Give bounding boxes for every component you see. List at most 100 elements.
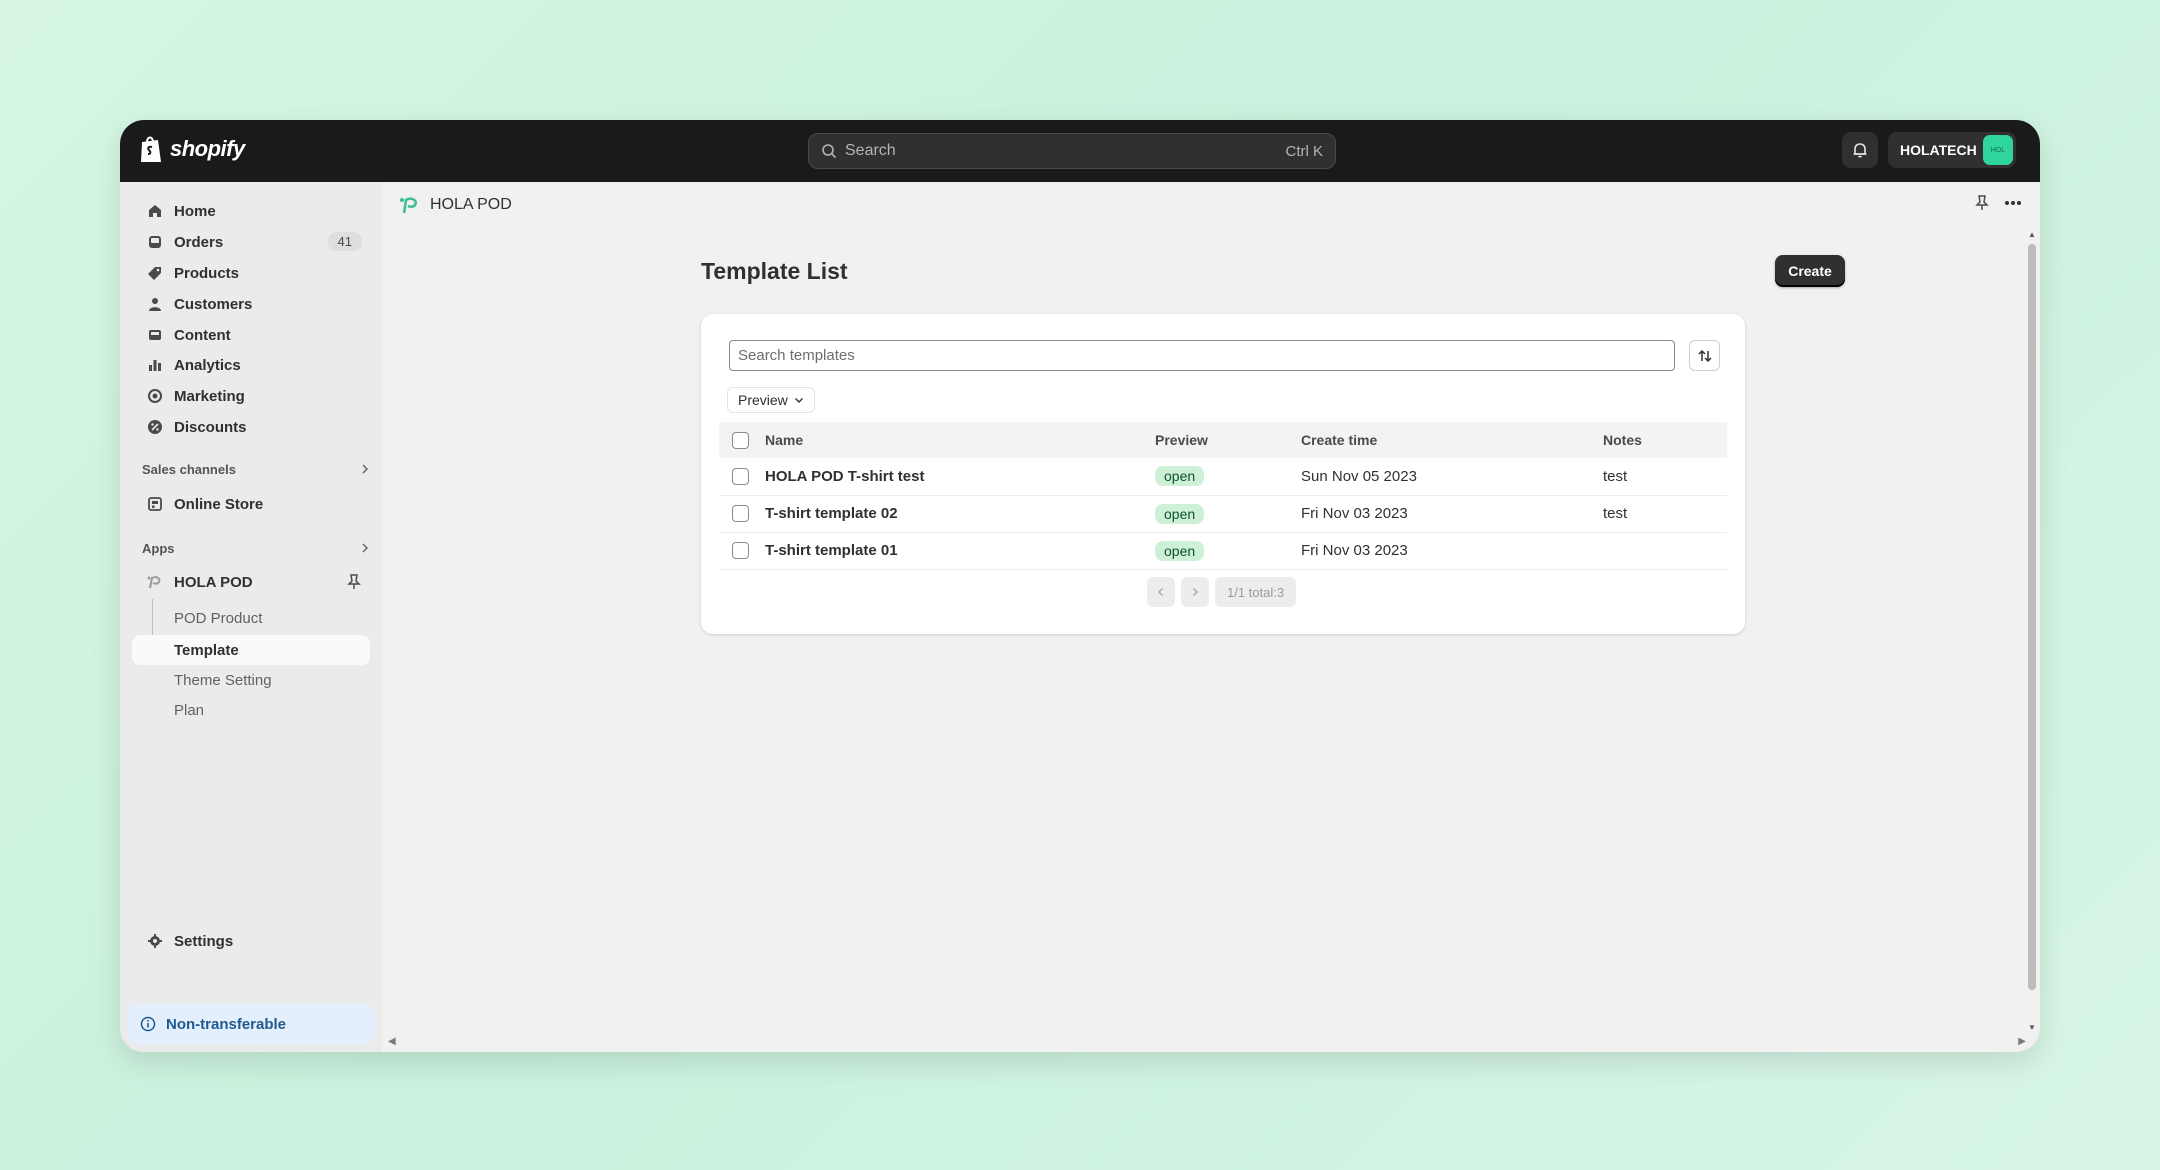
scroll-up-arrow-icon[interactable]: ▲: [2028, 230, 2036, 239]
sidebar-item-marketing[interactable]: Marketing: [132, 381, 370, 411]
sidebar-item-home[interactable]: Home: [132, 196, 370, 226]
apps-heading[interactable]: Apps: [142, 541, 370, 556]
orders-icon: [144, 231, 166, 253]
gear-icon: [144, 930, 166, 952]
table-row[interactable]: T-shirt template 02 open Fri Nov 03 2023…: [719, 495, 1727, 532]
template-list-card: Preview Name Preview Create time Notes: [701, 314, 1745, 634]
section-label: Apps: [142, 541, 175, 556]
table-header-row: Name Preview Create time Notes: [719, 422, 1727, 458]
sidebar-item-hola-pod[interactable]: HOLA POD: [132, 567, 370, 597]
sidebar-item-analytics[interactable]: Analytics: [132, 350, 370, 380]
app-subnav: POD Product Template Theme Setting Plan: [120, 599, 382, 723]
template-name[interactable]: HOLA POD T-shirt test: [765, 458, 1155, 495]
preview-open-badge[interactable]: open: [1155, 540, 1205, 561]
column-header-name[interactable]: Name: [765, 422, 1155, 458]
subnav-item-pod-product[interactable]: POD Product: [132, 603, 370, 633]
shopify-bag-icon: [141, 136, 161, 162]
preview-filter-button[interactable]: Preview: [727, 387, 815, 413]
subnav-item-template[interactable]: Template: [132, 635, 370, 665]
sidebar-item-label: Home: [174, 202, 216, 220]
target-icon: [144, 385, 166, 407]
search-shortcut: Ctrl K: [1285, 142, 1324, 160]
column-header-preview[interactable]: Preview: [1155, 422, 1301, 458]
vertical-scrollbar[interactable]: ▲ ▼: [2026, 230, 2038, 1034]
sales-channels-heading[interactable]: Sales channels: [142, 462, 370, 477]
search-placeholder: Search: [845, 142, 896, 159]
orders-count-badge: 41: [327, 232, 362, 251]
create-time: Fri Nov 03 2023: [1301, 542, 1408, 559]
scroll-down-arrow-icon[interactable]: ▼: [2028, 1023, 2036, 1032]
table-row[interactable]: HOLA POD T-shirt test open Sun Nov 05 20…: [719, 458, 1727, 495]
scrollbar-thumb[interactable]: [2028, 244, 2036, 990]
discount-icon: [144, 416, 166, 438]
row-checkbox[interactable]: [732, 505, 749, 523]
chevron-right-icon: [360, 462, 370, 477]
template-name[interactable]: T-shirt template 01: [765, 532, 1155, 569]
sort-button[interactable]: [1689, 340, 1720, 371]
subnav-label: Plan: [174, 701, 205, 719]
chevron-down-icon: [794, 395, 804, 405]
non-transferable-label: Non-transferable: [166, 1015, 287, 1033]
column-header-create-time[interactable]: Create time: [1301, 422, 1603, 458]
content-icon: [144, 324, 166, 346]
filter-label: Preview: [738, 392, 788, 408]
non-transferable-banner[interactable]: Non-transferable: [128, 1004, 374, 1044]
previous-page-button[interactable]: [1147, 577, 1175, 607]
sidebar: Home Orders 41 Products Customers Conten…: [120, 182, 382, 1052]
sidebar-item-online-store[interactable]: Online Store: [132, 489, 370, 519]
notes: test: [1603, 467, 1628, 485]
account-menu[interactable]: HOLATECH HOL: [1888, 132, 2016, 168]
sidebar-item-content[interactable]: Content: [132, 320, 370, 350]
tag-icon: [144, 262, 166, 284]
template-search-input[interactable]: [729, 340, 1675, 371]
preview-open-badge[interactable]: open: [1155, 466, 1205, 487]
subnav-label: Theme Setting: [174, 671, 272, 689]
sidebar-item-label: Marketing: [174, 387, 245, 405]
table-row[interactable]: T-shirt template 01 open Fri Nov 03 2023: [719, 532, 1727, 569]
chevron-left-icon: [1158, 588, 1163, 596]
sidebar-item-label: Online Store: [174, 495, 264, 513]
sidebar-item-label: HOLA POD: [174, 573, 253, 591]
row-checkbox[interactable]: [732, 542, 749, 560]
sidebar-item-label: Content: [174, 326, 231, 344]
sidebar-item-label: Discounts: [174, 418, 247, 436]
column-header-notes[interactable]: Notes: [1603, 422, 1727, 458]
scroll-right-arrow-icon[interactable]: ▶: [2018, 1036, 2026, 1050]
sidebar-item-settings[interactable]: Settings: [132, 926, 370, 956]
horizontal-scrollbar[interactable]: ◀ ▶: [388, 1036, 2026, 1050]
notes: [1603, 532, 1727, 569]
chevron-right-icon: [360, 541, 370, 556]
notes: test: [1603, 505, 1628, 522]
scroll-left-arrow-icon[interactable]: ◀: [388, 1036, 396, 1050]
shopify-logo[interactable]: shopify: [138, 134, 245, 164]
person-icon: [144, 293, 166, 315]
account-avatar: HOL: [1983, 135, 2013, 165]
template-table: Name Preview Create time Notes HOLA POD …: [719, 422, 1727, 570]
template-name[interactable]: T-shirt template 02: [765, 495, 1155, 532]
next-page-button[interactable]: [1181, 577, 1209, 607]
select-all-checkbox[interactable]: [732, 431, 749, 449]
subnav-item-theme-setting[interactable]: Theme Setting: [132, 665, 370, 695]
sidebar-item-products[interactable]: Products: [132, 258, 370, 288]
subnav-item-plan[interactable]: Plan: [132, 695, 370, 725]
more-options-icon[interactable]: [2004, 200, 2022, 206]
sidebar-item-orders[interactable]: Orders 41: [132, 227, 370, 257]
global-search[interactable]: Search Ctrl K: [808, 133, 1336, 169]
row-checkbox[interactable]: [732, 468, 749, 486]
pagination: 1/1 total:3: [1147, 577, 1297, 607]
create-time: Fri Nov 03 2023: [1301, 505, 1408, 522]
pin-icon[interactable]: [346, 573, 362, 596]
subnav-label: POD Product: [174, 609, 263, 627]
pin-icon[interactable]: [1974, 194, 1990, 212]
create-button[interactable]: Create: [1775, 255, 1845, 287]
hola-pod-app-icon: [144, 571, 166, 593]
sidebar-item-discounts[interactable]: Discounts: [132, 412, 370, 442]
shopify-admin-window: shopify Search Ctrl K HOLATECH HOL Home …: [120, 120, 2040, 1052]
header-actions: [1974, 194, 2022, 212]
sidebar-item-customers[interactable]: Customers: [132, 289, 370, 319]
chevron-right-icon: [1193, 588, 1198, 596]
home-icon: [144, 200, 166, 222]
create-time: Sun Nov 05 2023: [1301, 467, 1417, 485]
preview-open-badge[interactable]: open: [1155, 503, 1205, 524]
notifications-button[interactable]: [1842, 132, 1878, 168]
